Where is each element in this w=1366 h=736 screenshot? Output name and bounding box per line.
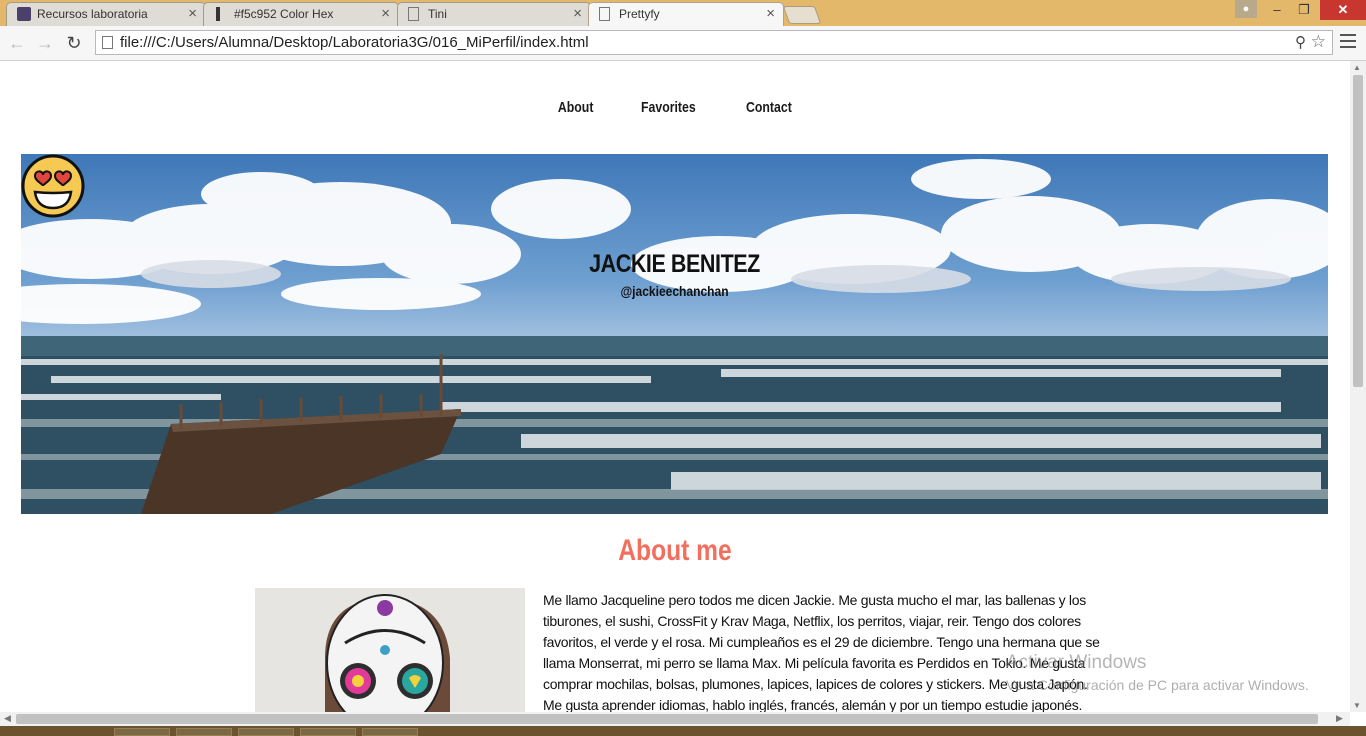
horizontal-scroll-thumb[interactable] bbox=[16, 714, 1318, 724]
vertical-scrollbar[interactable]: ▲ ▼ bbox=[1350, 61, 1366, 712]
close-icon[interactable]: × bbox=[766, 5, 775, 22]
tab-color-hex[interactable]: #f5c952 Color Hex × bbox=[203, 2, 399, 26]
taskbar-app-button[interactable] bbox=[176, 728, 232, 736]
nav-contact[interactable]: Contact bbox=[746, 99, 792, 116]
user-icon[interactable]: ● bbox=[1235, 0, 1257, 18]
page-icon bbox=[599, 7, 610, 21]
tab-prettyfy[interactable]: Prettyfy × bbox=[588, 2, 784, 26]
profile-name: JACKIE BENITEZ bbox=[589, 250, 760, 278]
page-viewport: About Favorites Contact JACKIE BENITEZ @… bbox=[0, 61, 1350, 712]
scroll-left-arrow-icon[interactable]: ◀ bbox=[4, 713, 11, 724]
back-button[interactable]: ← bbox=[6, 32, 28, 54]
close-icon[interactable]: × bbox=[188, 5, 197, 22]
scroll-right-arrow-icon[interactable]: ▶ bbox=[1336, 713, 1343, 724]
taskbar-app-button[interactable] bbox=[362, 728, 418, 736]
tab-tini[interactable]: Tini × bbox=[397, 2, 591, 26]
hero-banner: JACKIE BENITEZ @jackieechanchan bbox=[21, 154, 1328, 514]
heart-eyes-emoji-icon bbox=[21, 154, 85, 218]
sugar-skull-photo bbox=[255, 588, 525, 712]
beach-photo bbox=[21, 159, 1328, 514]
page-icon bbox=[102, 36, 113, 49]
activation-watermark-title: Activar Windows bbox=[1006, 652, 1147, 673]
tab-title: Recursos laboratoria bbox=[37, 7, 148, 21]
profile-handle: @jackieechanchan bbox=[620, 283, 729, 299]
scroll-up-arrow-icon[interactable]: ▲ bbox=[1353, 63, 1361, 72]
tab-recursos[interactable]: Recursos laboratoria × bbox=[6, 2, 206, 26]
color-swatch-icon bbox=[216, 7, 220, 21]
horizontal-scrollbar[interactable]: ◀ ▶ bbox=[0, 712, 1350, 726]
restore-button[interactable]: ❐ bbox=[1291, 0, 1317, 20]
about-heading: About me bbox=[618, 534, 732, 567]
taskbar-app-button[interactable] bbox=[300, 728, 356, 736]
close-icon[interactable]: × bbox=[381, 5, 390, 22]
nav-about[interactable]: About bbox=[558, 99, 594, 116]
scroll-down-arrow-icon[interactable]: ▼ bbox=[1353, 701, 1361, 710]
menu-icon[interactable] bbox=[1340, 34, 1356, 50]
nav-favorites[interactable]: Favorites bbox=[641, 99, 696, 116]
reload-button[interactable]: ↻ bbox=[63, 32, 85, 54]
forward-button[interactable]: → bbox=[34, 32, 56, 54]
bookmark-star-icon[interactable]: ☆ bbox=[1311, 32, 1326, 52]
taskbar-app-button[interactable] bbox=[114, 728, 170, 736]
taskbar-chrome-button[interactable] bbox=[238, 728, 294, 736]
code-icon bbox=[17, 7, 31, 21]
address-toolbar: ← → ↻ ⚲ ☆ bbox=[0, 26, 1366, 61]
vertical-scroll-thumb[interactable] bbox=[1353, 75, 1363, 387]
page-icon bbox=[408, 7, 419, 21]
close-icon[interactable]: × bbox=[573, 5, 582, 22]
tab-title: #f5c952 Color Hex bbox=[234, 7, 334, 21]
address-bar[interactable]: ⚲ ☆ bbox=[95, 30, 1333, 55]
new-tab-button[interactable] bbox=[782, 6, 822, 24]
activation-watermark-subtitle: Ve a Configuración de PC para activar Wi… bbox=[1006, 677, 1309, 693]
tab-title: Prettyfy bbox=[619, 7, 660, 21]
address-input[interactable] bbox=[120, 33, 1270, 52]
windows-taskbar bbox=[0, 726, 1366, 736]
zoom-icon[interactable]: ⚲ bbox=[1295, 33, 1306, 51]
window-close-button[interactable]: ✕ bbox=[1320, 0, 1366, 20]
tab-title: Tini bbox=[428, 7, 447, 21]
tab-strip: Recursos laboratoria × #f5c952 Color Hex… bbox=[0, 0, 1366, 26]
site-nav: About Favorites Contact bbox=[0, 99, 1350, 117]
about-paragraph: Me llamo Jacqueline pero todos me dicen … bbox=[543, 592, 1100, 712]
minimize-button[interactable]: – bbox=[1265, 0, 1289, 20]
